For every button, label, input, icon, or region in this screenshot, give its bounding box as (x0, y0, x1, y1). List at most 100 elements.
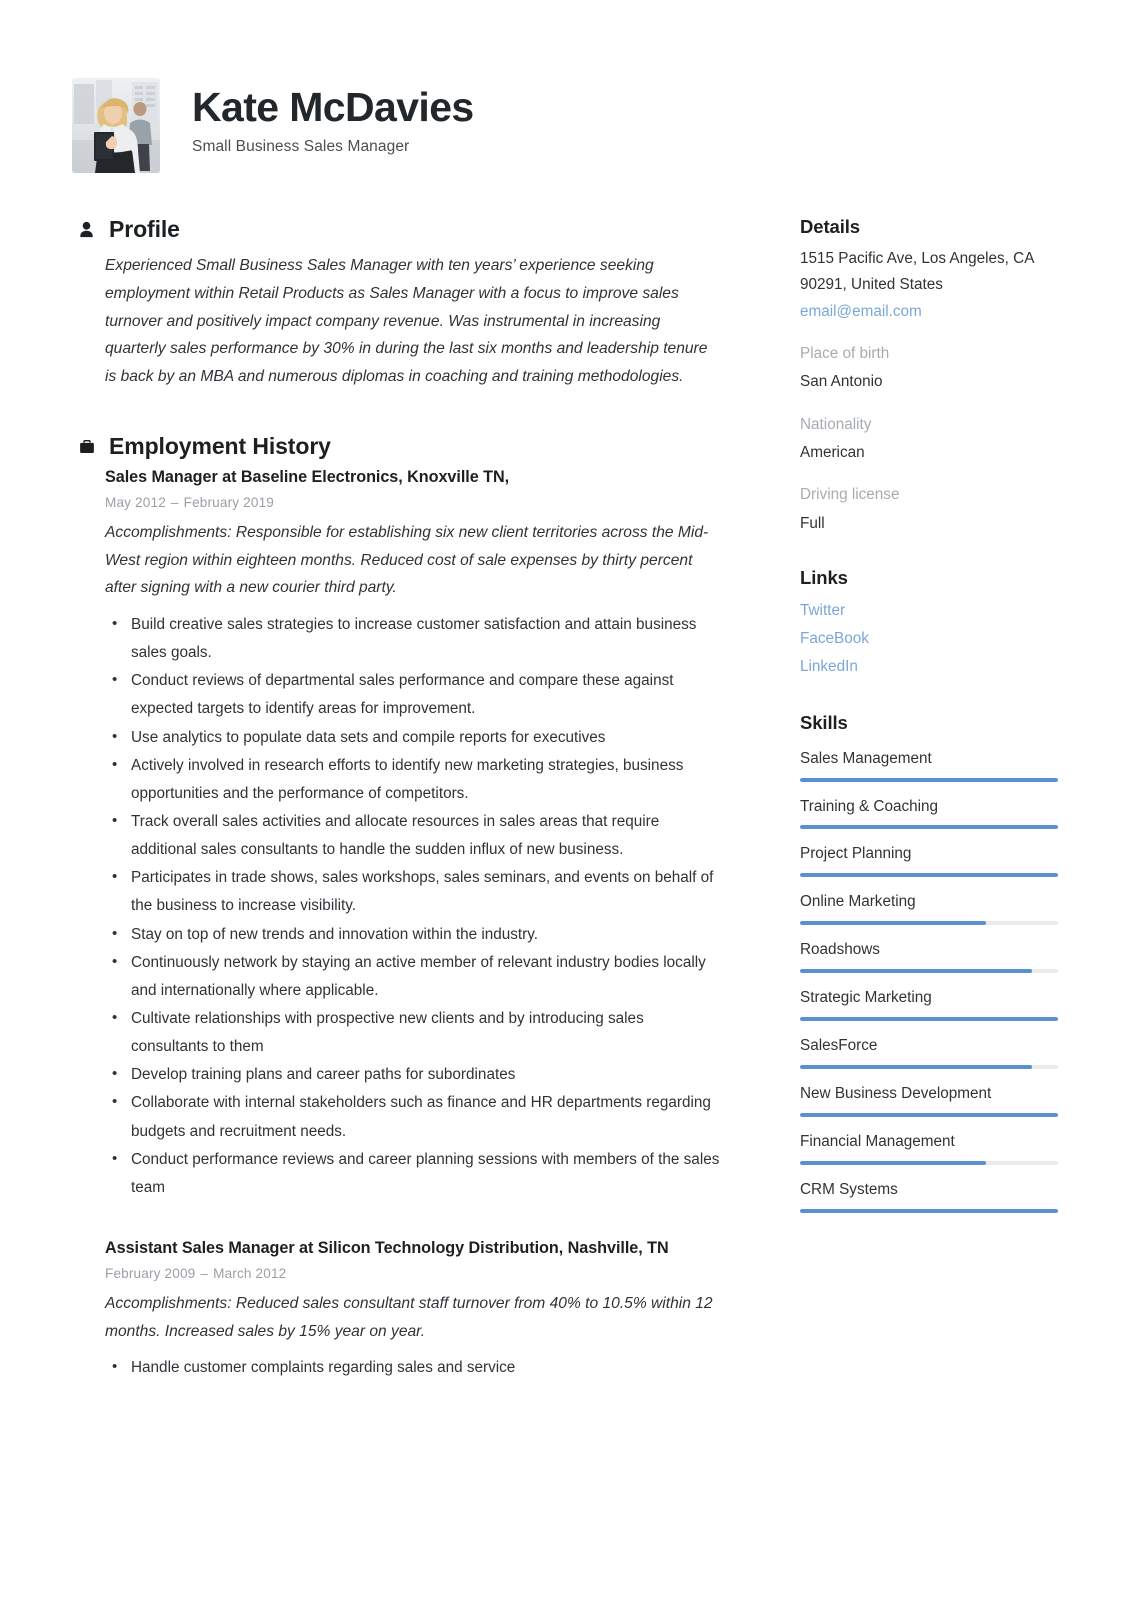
skill-bar-fill (800, 873, 1058, 878)
driving-license-value: Full (800, 514, 825, 532)
resume-body: Profile Experienced Small Business Sales… (0, 216, 1130, 1383)
person-icon (78, 220, 95, 239)
skill-bar-track (800, 1065, 1058, 1070)
place-of-birth-label: Place of birth (800, 344, 890, 362)
job-start-date: May 2012 (105, 494, 166, 510)
skill-item: Financial Management (800, 1131, 1058, 1166)
list-item: Handle customer complaints regarding sal… (112, 1353, 720, 1382)
resume-header: Kate McDavies Small Business Sales Manag… (0, 0, 1130, 173)
candidate-name: Kate McDavies (192, 84, 474, 130)
job-dates: February 2009– March 2012 (105, 1266, 720, 1281)
address-line-1: 1515 Pacific Ave, Los Angeles, CA (800, 250, 1035, 267)
job-bullet-list: Build creative sales strategies to incre… (105, 610, 720, 1202)
employment-section-title: Employment History (109, 432, 331, 459)
name-block: Kate McDavies Small Business Sales Manag… (192, 78, 474, 156)
resume-page: Kate McDavies Small Business Sales Manag… (0, 0, 1130, 1600)
skill-label: Sales Management (800, 749, 932, 767)
skill-item: New Business Development (800, 1083, 1058, 1118)
employment-section: Employment History Sales Manager at Base… (72, 433, 720, 1383)
skill-label: Online Marketing (800, 893, 916, 911)
skill-label: Training & Coaching (800, 797, 939, 815)
place-of-birth-value: San Antonio (800, 373, 883, 391)
skill-bar-track (800, 1017, 1058, 1022)
profile-section: Profile Experienced Small Business Sales… (72, 216, 720, 391)
skill-item: Project Planning (800, 843, 1058, 878)
job-entry: Sales Manager at Baseline Electronics, K… (105, 466, 720, 1202)
skill-item: Sales Management (800, 748, 1058, 782)
skill-bar-track (800, 1208, 1058, 1213)
job-accomplishments: Accomplishments: Reduced sales consultan… (105, 1294, 713, 1340)
list-item: Track overall sales activities and alloc… (112, 807, 720, 864)
job-end-date: March 2012 (213, 1265, 287, 1281)
skill-label: Project Planning (800, 845, 912, 863)
list-item: Develop training plans and career paths … (112, 1060, 720, 1089)
list-item: Continuously network by staying an activ… (112, 948, 720, 1005)
skill-bar-fill (800, 1208, 1058, 1213)
link-twitter[interactable]: Twitter (800, 597, 1058, 625)
profile-section-header: Profile (78, 216, 720, 243)
skills-section: Skills Sales Management Training & Coach… (800, 712, 1058, 1213)
skill-bar-track (800, 873, 1058, 878)
job-title: Sales Manager at Baseline Electronics, K… (105, 467, 510, 486)
date-dash: – (200, 1265, 209, 1281)
list-item: Stay on top of new trends and innovation… (112, 920, 720, 949)
list-item: Conduct reviews of departmental sales pe… (112, 666, 720, 723)
skill-item: Roadshows (800, 939, 1058, 974)
main-column: Profile Experienced Small Business Sales… (72, 216, 720, 1383)
skill-bar-fill (800, 777, 1058, 782)
nationality-label: Nationality (800, 415, 872, 433)
job-bullet-list: Handle customer complaints regarding sal… (105, 1353, 720, 1382)
job-accomplishments: Accomplishments: Responsible for establi… (105, 523, 709, 597)
list-item: Use analytics to populate data sets and … (112, 723, 720, 752)
address-line-2: 90291, United States (800, 276, 943, 294)
skill-label: New Business Development (800, 1085, 992, 1103)
skill-bar-fill (800, 1161, 986, 1166)
skill-item: Strategic Marketing (800, 987, 1058, 1022)
link-facebook[interactable]: FaceBook (800, 625, 1058, 653)
profile-photo (72, 78, 160, 173)
job-entry: Assistant Sales Manager at Silicon Techn… (105, 1237, 720, 1383)
profile-text: Experienced Small Business Sales Manager… (105, 257, 708, 385)
skill-bar-fill (800, 825, 1058, 830)
skill-bar-fill (800, 1065, 1033, 1070)
skill-item: CRM Systems (800, 1179, 1058, 1213)
links-section-title: Links (800, 567, 848, 589)
list-item: Actively involved in research efforts to… (112, 751, 720, 808)
list-item: Conduct performance reviews and career p… (112, 1145, 720, 1202)
date-dash: – (170, 494, 179, 510)
skill-bar-fill (800, 1113, 1058, 1118)
skill-item: Online Marketing (800, 891, 1058, 926)
skills-section-title: Skills (800, 711, 848, 733)
details-section-title: Details (800, 216, 860, 237)
email-link[interactable]: email@email.com (800, 299, 1058, 325)
candidate-job-title: Small Business Sales Manager (192, 138, 410, 156)
skill-bar-track (800, 921, 1058, 926)
skill-bar-track (800, 825, 1058, 830)
details-section: Details 1515 Pacific Ave, Los Angeles, C… (800, 216, 1058, 537)
skill-item: Training & Coaching (800, 796, 1058, 830)
employment-section-header: Employment History (78, 433, 720, 460)
skill-label: Roadshows (800, 941, 880, 959)
skill-bar-track (800, 1161, 1058, 1166)
skill-bar-track (800, 777, 1058, 782)
skill-bar-track (800, 969, 1058, 974)
briefcase-icon (78, 437, 95, 456)
job-start-date: February 2009 (105, 1265, 196, 1281)
skill-bar-fill (800, 969, 1033, 974)
job-dates: May 2012– February 2019 (105, 495, 720, 510)
profile-section-title: Profile (109, 216, 180, 242)
skill-label: Financial Management (800, 1133, 955, 1151)
skill-bar-fill (800, 921, 986, 926)
driving-license-label: Driving license (800, 486, 900, 504)
list-item: Collaborate with internal stakeholders s… (112, 1088, 720, 1145)
skill-bar-fill (800, 1017, 1058, 1022)
link-linkedin[interactable]: LinkedIn (800, 653, 1058, 681)
sidebar: Details 1515 Pacific Ave, Los Angeles, C… (800, 216, 1058, 1213)
skill-bar-track (800, 1113, 1058, 1118)
list-item: Participates in trade shows, sales works… (112, 863, 720, 920)
nationality-value: American (800, 444, 865, 462)
list-item: Cultivate relationships with prospective… (112, 1004, 720, 1061)
list-item: Build creative sales strategies to incre… (112, 610, 720, 667)
skill-label: SalesForce (800, 1037, 878, 1055)
job-end-date: February 2019 (183, 494, 274, 510)
